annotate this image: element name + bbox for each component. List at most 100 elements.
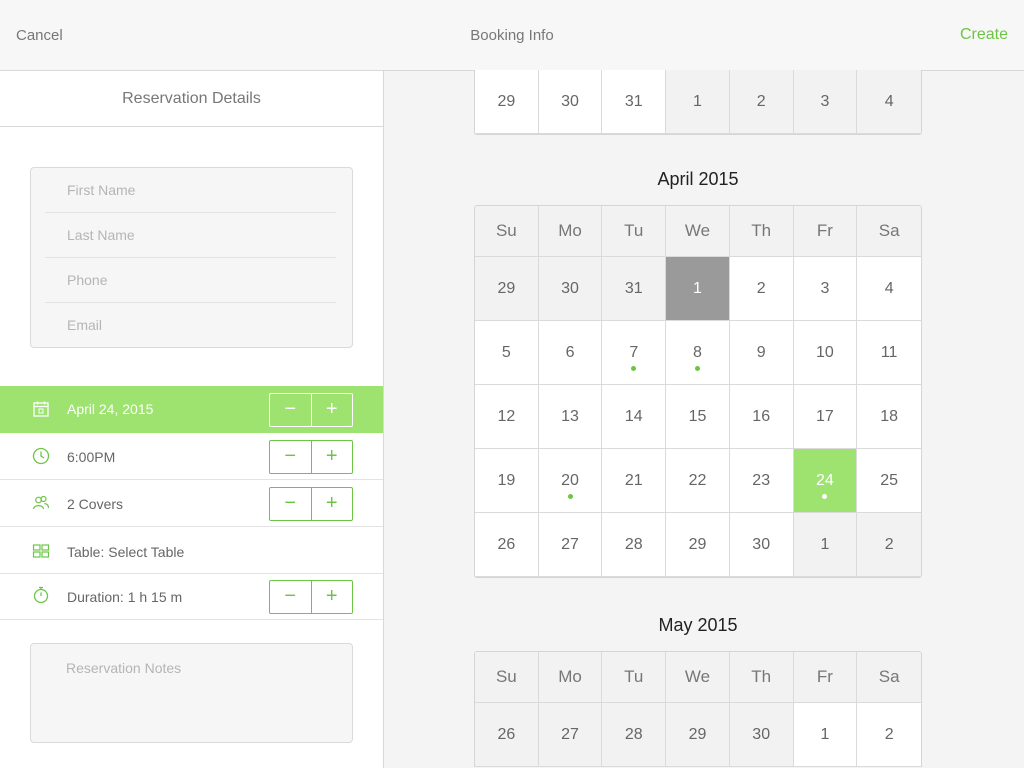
day-number: 5 (501, 343, 511, 361)
time-label: 6:00PM (67, 449, 116, 465)
day-number: 16 (752, 407, 771, 425)
day-number: 30 (752, 535, 771, 553)
day-cell[interactable]: 2 (857, 513, 921, 577)
weekday-header: Sa (857, 652, 921, 703)
panel-header: Reservation Details (0, 71, 383, 127)
month-title-may: May 2015 (658, 615, 738, 635)
covers-decrement-button[interactable]: − (270, 488, 312, 520)
top-bar: Cancel Booking Info Create (0, 0, 1024, 71)
march-days-grid: 29 30 31 1 2 3 4 (475, 70, 921, 134)
day-number: 30 (752, 725, 771, 743)
day-cell[interactable]: 22 (666, 449, 730, 513)
time-row[interactable]: 6:00PM − + (0, 433, 383, 480)
booking-indicator-dot (822, 494, 828, 499)
date-decrement-button[interactable]: − (270, 394, 312, 426)
day-cell[interactable]: 28 (602, 703, 667, 767)
day-cell[interactable]: 9 (729, 321, 794, 385)
day-cell[interactable]: 19 (475, 449, 539, 513)
day-cell[interactable]: 1 (666, 257, 730, 321)
duration-decrement-button[interactable]: − (270, 581, 312, 613)
day-cell[interactable]: 25 (857, 449, 921, 513)
day-number: 26 (497, 725, 516, 743)
time-increment-button[interactable]: + (312, 441, 353, 473)
day-cell[interactable]: 20 (538, 449, 603, 513)
day-cell[interactable]: 29 (666, 513, 730, 577)
create-button[interactable]: Create (960, 26, 1008, 44)
day-number: 9 (756, 343, 766, 361)
day-cell[interactable]: 2 (729, 70, 794, 134)
day-cell[interactable]: 1 (666, 70, 730, 134)
day-cell[interactable]: 2 (729, 257, 794, 321)
day-cell[interactable]: 3 (793, 257, 858, 321)
day-number: 22 (688, 471, 707, 489)
day-number: 24 (816, 471, 834, 489)
day-cell[interactable]: 11 (857, 321, 921, 385)
table-row[interactable]: Table: Select Table (0, 527, 383, 574)
day-cell[interactable]: 29 (475, 257, 539, 321)
day-cell[interactable]: 3 (793, 70, 858, 134)
day-cell[interactable]: 1 (793, 703, 858, 767)
day-cell[interactable]: 4 (857, 257, 921, 321)
day-cell[interactable]: 27 (538, 703, 603, 767)
day-cell[interactable]: 28 (602, 513, 667, 577)
day-cell[interactable]: 2 (857, 703, 921, 767)
covers-row[interactable]: 2 Covers − + (0, 480, 383, 527)
duration-increment-button[interactable]: + (312, 581, 353, 613)
guest-form: First Name Last Name Phone Email (30, 167, 353, 348)
day-cell[interactable]: 4 (857, 70, 921, 134)
booking-indicator-dot (567, 494, 573, 499)
duration-row[interactable]: Duration: 1 h 15 m − + (0, 574, 383, 620)
date-row[interactable]: April 24, 2015 − + (0, 386, 383, 433)
day-number: 29 (497, 279, 516, 297)
day-cell[interactable]: 31 (602, 70, 667, 134)
day-cell[interactable]: 14 (602, 385, 667, 449)
date-increment-button[interactable]: + (312, 394, 353, 426)
day-cell[interactable]: 21 (602, 449, 667, 513)
day-cell[interactable]: 10 (793, 321, 858, 385)
day-cell[interactable]: 17 (793, 385, 858, 449)
day-number: 2 (756, 279, 766, 297)
day-cell[interactable]: 15 (666, 385, 730, 449)
date-label: April 24, 2015 (67, 401, 154, 417)
day-cell[interactable]: 26 (475, 703, 539, 767)
day-cell[interactable]: 30 (729, 703, 794, 767)
day-cell[interactable]: 5 (475, 321, 539, 385)
day-cell[interactable]: 13 (538, 385, 603, 449)
day-cell[interactable]: 18 (857, 385, 921, 449)
selected-day-cell[interactable]: 24 (793, 449, 858, 513)
day-cell[interactable]: 16 (729, 385, 794, 449)
email-field[interactable]: Email (45, 303, 336, 348)
day-number: 23 (752, 471, 771, 489)
day-cell[interactable]: 1 (793, 513, 858, 577)
booking-indicator-dot (631, 366, 637, 371)
day-cell[interactable]: 7 (602, 321, 667, 385)
phone-field[interactable]: Phone (45, 258, 336, 303)
day-cell[interactable]: 26 (475, 513, 539, 577)
day-cell[interactable]: 29 (475, 70, 539, 134)
reservation-panel: Reservation Details First Name Last Name… (0, 71, 384, 768)
day-cell[interactable]: 31 (602, 257, 667, 321)
day-cell[interactable]: 8 (666, 321, 730, 385)
day-cell[interactable]: 30 (729, 513, 794, 577)
weekday-header: We (666, 652, 730, 703)
weekday-header: Fr (793, 652, 858, 703)
april-days-grid: 29 30 31 1 2 3 4 5 6 7 8 9 10 11 12 13 14 15 16 17 18 19 20 21 2… (475, 257, 921, 577)
day-cell[interactable]: 6 (538, 321, 603, 385)
day-cell[interactable]: 27 (538, 513, 603, 577)
weekday-header: Fr (793, 206, 858, 257)
day-cell[interactable]: 29 (666, 703, 730, 767)
first-name-field[interactable]: First Name (45, 168, 336, 213)
calendar-may: Su Mo Tu We Th Fr Sa 26 27 28 29 30 1 2 (474, 651, 922, 767)
day-number: 4 (884, 92, 894, 110)
covers-increment-button[interactable]: + (312, 488, 353, 520)
time-decrement-button[interactable]: − (270, 441, 312, 473)
weekday-header: Mo (538, 206, 603, 257)
last-name-field[interactable]: Last Name (45, 213, 336, 258)
day-cell[interactable]: 30 (538, 257, 603, 321)
reservation-notes-field[interactable]: Reservation Notes (30, 643, 353, 743)
day-cell[interactable]: 12 (475, 385, 539, 449)
day-cell[interactable]: 23 (729, 449, 794, 513)
day-cell[interactable]: 30 (538, 70, 603, 134)
day-number: 29 (497, 92, 516, 110)
weekday-header: Su (475, 652, 539, 703)
